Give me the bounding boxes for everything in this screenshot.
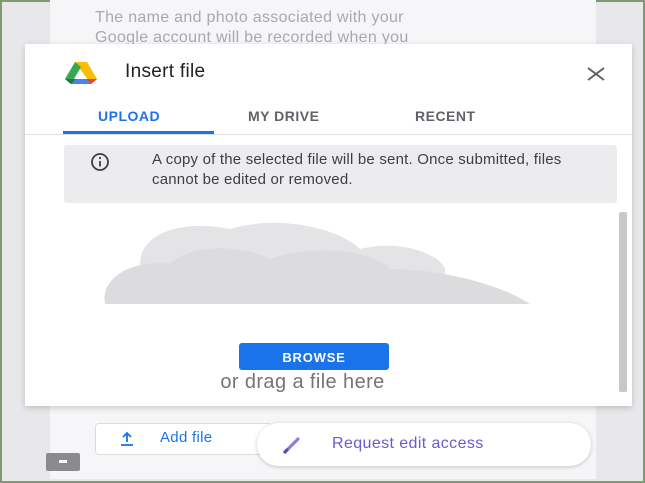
dialog-title: Insert file [125, 61, 206, 82]
cloud-illustration [104, 222, 530, 304]
info-icon [91, 153, 109, 171]
scrollbar-thumb[interactable] [619, 212, 627, 392]
tab-bar: UPLOAD MY DRIVE RECENT [25, 100, 632, 135]
google-drive-icon [65, 62, 97, 84]
dialog-header: Insert file [25, 44, 632, 94]
close-icon[interactable] [583, 61, 609, 87]
info-notice-text: A copy of the selected file will be sent… [152, 151, 562, 188]
upload-icon [121, 431, 133, 446]
account-notice-line-1: The name and photo associated with your [95, 9, 404, 26]
request-edit-access-label: Request edit access [332, 435, 484, 452]
request-edit-access-button[interactable]: Request edit access [257, 423, 591, 466]
drag-drop-hint: or drag a file here [220, 371, 385, 393]
account-notice: The name and photo associated with your … [95, 8, 565, 48]
add-file-label: Add file [160, 429, 213, 446]
active-tab-indicator [63, 131, 214, 134]
tab-upload[interactable]: UPLOAD [98, 108, 160, 124]
tab-recent[interactable]: RECENT [415, 108, 476, 124]
browse-button[interactable]: BROWSE [239, 343, 389, 370]
tab-my-drive[interactable]: MY DRIVE [248, 108, 319, 124]
feedback-icon[interactable] [46, 453, 80, 471]
add-file-button[interactable]: Add file [95, 423, 272, 455]
info-notice: A copy of the selected file will be sent… [64, 145, 617, 203]
pencil-icon [283, 437, 300, 454]
insert-file-dialog: Insert file UPLOAD MY DRIVE RECENT A cop… [25, 44, 632, 406]
